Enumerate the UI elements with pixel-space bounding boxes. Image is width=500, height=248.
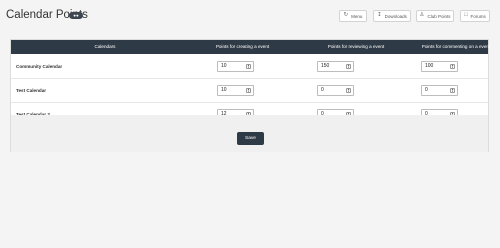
stepper-icon[interactable]: ▲▼ [246, 88, 251, 93]
download-icon: ↧ [377, 12, 382, 19]
comment-points-value: 0 [425, 87, 428, 93]
menu-button[interactable]: ↻ Menu [339, 10, 367, 22]
stepper-icon[interactable]: ▲▼ [450, 64, 455, 69]
comment-points-value: 100 [425, 63, 434, 69]
stepper-icon[interactable]: ▲▼ [346, 64, 351, 69]
calendar-name: Community Calendar [16, 64, 63, 69]
users-icon: ♙ [419, 12, 425, 19]
column-header-creating: Points for creating a event [215, 44, 270, 49]
create-points-value: 10 [221, 87, 227, 93]
refresh-icon: ↻ [343, 12, 349, 19]
forums-button-label: Forums [470, 13, 486, 19]
create-points-input[interactable]: 10 ▲ ▼ [217, 85, 254, 96]
club-points-button[interactable]: ♙ Club Points [416, 10, 454, 22]
table-row: Community Calendar 10 ▲ ▼ 150 ▲ ▼ 100 ▲ ▼ [11, 55, 488, 79]
review-points-input[interactable]: 150 ▲ ▼ [317, 61, 354, 72]
comment-points-input[interactable]: 100 ▲ ▼ [421, 61, 458, 72]
column-header-calendars: Calendars [94, 44, 116, 49]
stepper-icon[interactable]: ▲▼ [450, 88, 455, 93]
stepper-icon[interactable]: ▲▼ [246, 64, 251, 69]
table-header: Calendars Points for creating a event Po… [11, 40, 490, 54]
comment-points-input[interactable]: 0 ▲▼ [421, 85, 458, 96]
save-button[interactable]: Save [237, 132, 264, 145]
review-points-value: 150 [321, 63, 330, 69]
calendar-points-card: Calendars Points for creating a event Po… [10, 39, 490, 152]
comment-icon: □ [464, 12, 468, 19]
stepper-icon[interactable]: ▲▼ [346, 88, 351, 93]
menu-button-label: Menu [351, 13, 363, 19]
downloads-button-label: Downloads [384, 13, 407, 19]
create-points-input[interactable]: 10 ▲ ▼ [217, 61, 254, 72]
create-points-value: 10 [221, 63, 227, 69]
form-footer: Save [11, 115, 488, 152]
review-points-value: 0 [321, 87, 324, 93]
calendar-name: Test Calendar [16, 88, 47, 93]
top-bar: Calendar Points ●● ↻ Menu ↧ Downloads ♙ … [0, 0, 500, 30]
club-points-button-label: Club Points [427, 13, 451, 19]
column-header-reviewing: Points for reviewing a event [327, 44, 385, 49]
review-points-input[interactable]: 0 ▲▼ [317, 85, 354, 96]
info-badge[interactable]: ●● [69, 12, 83, 19]
forums-button[interactable]: □ Forums [460, 10, 490, 22]
column-header-commenting: Points for commenting on a event [421, 44, 491, 49]
table-row: Test Calendar 10 ▲ ▼ 0 ▲ ▼ 0 ▲ ▼ [11, 79, 488, 103]
downloads-button[interactable]: ↧ Downloads [373, 10, 411, 22]
